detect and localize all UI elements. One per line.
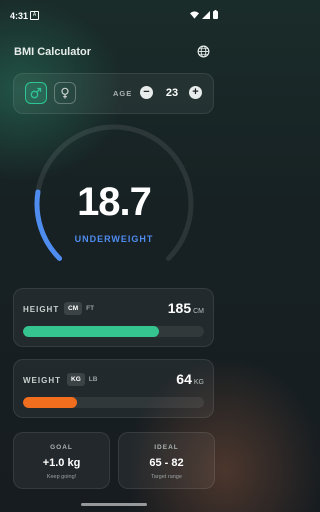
ideal-subtitle: Target range — [151, 474, 182, 480]
globe-icon[interactable] — [197, 45, 210, 58]
battery-icon — [213, 10, 218, 19]
goal-label: GOAL — [50, 444, 73, 451]
weight-value: 64 — [176, 371, 192, 387]
ideal-label: IDEAL — [154, 444, 179, 451]
weight-unit-lb[interactable]: LB — [85, 373, 102, 386]
system-icons — [190, 10, 218, 19]
age-increment-button[interactable]: + — [189, 86, 202, 99]
height-unit-toggle: CM FT — [64, 301, 98, 315]
height-card: HEIGHT CM FT 185 CM — [13, 288, 214, 347]
height-unit-cm[interactable]: CM — [64, 301, 83, 315]
weight-slider[interactable] — [23, 397, 204, 408]
height-value-group: 185 CM — [168, 300, 204, 316]
weight-unit-toggle: KG LB — [67, 372, 101, 386]
female-button[interactable] — [54, 82, 76, 104]
weight-card: WEIGHT KG LB 64 KG — [13, 359, 214, 418]
bmi-value: 18.7 — [77, 180, 152, 224]
status-bar: 4:31 A — [0, 0, 228, 30]
ideal-card: IDEAL 65 - 82 Target range — [118, 432, 215, 489]
app-bar: BMI Calculator — [0, 38, 228, 66]
age-decrement-button[interactable]: − — [140, 86, 153, 99]
goal-value: +1.0 kg — [42, 457, 81, 469]
height-slider[interactable] — [23, 326, 204, 337]
bmi-category: UNDERWEIGHT — [74, 234, 154, 244]
signal-icon — [202, 10, 210, 19]
weight-unit-kg[interactable]: KG — [67, 372, 85, 386]
height-value: 185 — [167, 300, 192, 316]
weight-slider-fill — [23, 397, 78, 408]
weight-unit-label: KG — [193, 379, 204, 386]
status-time: 4:31 — [10, 11, 29, 21]
age-label: AGE — [113, 89, 133, 98]
male-symbol-icon — [30, 87, 42, 99]
goal-subtitle: Keep going! — [46, 474, 77, 480]
notification-icon: A — [30, 11, 39, 20]
wifi-icon — [190, 10, 199, 19]
height-unit-ft[interactable]: FT — [82, 302, 98, 315]
goal-card: GOAL +1.0 kg Keep going! — [13, 432, 110, 489]
profile-card: AGE − 23 + — [13, 73, 214, 114]
gesture-nav-handle[interactable] — [81, 503, 147, 506]
male-button[interactable] — [25, 82, 47, 104]
weight-value-group: 64 KG — [176, 371, 204, 387]
age-value: 23 — [165, 87, 179, 99]
female-symbol-icon — [61, 87, 69, 99]
weight-label: WEIGHT — [23, 376, 61, 385]
ideal-value: 65 - 82 — [149, 457, 184, 469]
height-slider-fill — [23, 326, 159, 337]
height-unit-label: CM — [193, 308, 204, 315]
app-title: BMI Calculator — [14, 46, 92, 58]
height-label: HEIGHT — [23, 305, 60, 314]
